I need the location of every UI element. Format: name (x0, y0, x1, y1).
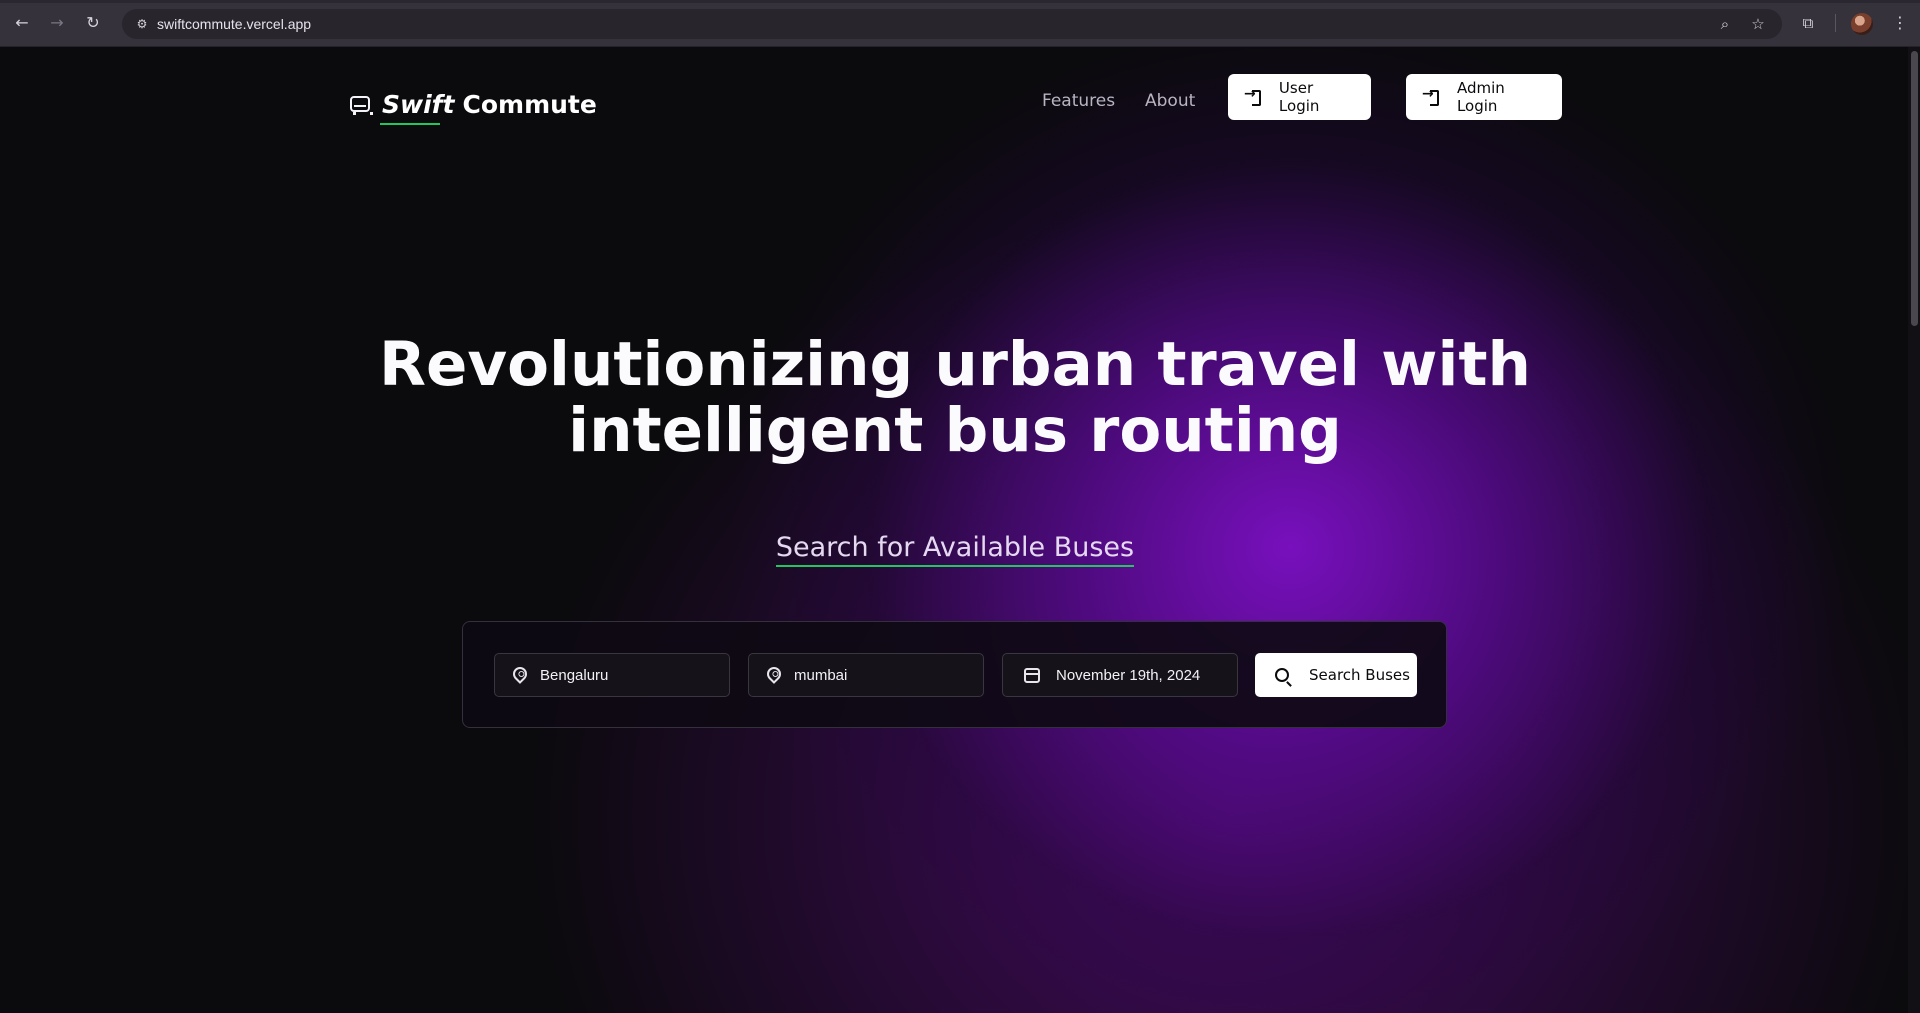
map-pin-icon (510, 664, 530, 684)
travel-date-picker[interactable]: November 19th, 2024 (1002, 653, 1238, 697)
calendar-icon (1024, 667, 1040, 683)
bookmark-star-icon[interactable]: ☆ (1748, 14, 1768, 34)
map-pin-icon (764, 664, 784, 684)
admin-login-label: Admin Login (1456, 79, 1505, 115)
brand-logo[interactable]: Swift Commute (350, 84, 597, 125)
browser-toolbar: ← → ↻ ⚙ swiftcommute.vercel.app ⌕ ☆ ⧉ ⋮ (0, 0, 1920, 47)
search-buses-button[interactable]: Search Buses (1255, 653, 1417, 697)
from-location-value[interactable]: Bengaluru (540, 667, 710, 684)
nav-about-link[interactable]: About (1145, 86, 1195, 116)
page-content: Swift Commute Features About User Login … (0, 47, 1920, 1013)
bus-search-form: Bengaluru mumbai November 19th, 2024 Sea… (462, 621, 1447, 728)
nav-features-link[interactable]: Features (1042, 86, 1115, 116)
search-buses-label: Search Buses (1309, 666, 1410, 684)
login-icon (1244, 86, 1261, 106)
login-icon (1422, 86, 1439, 106)
from-location-field[interactable]: Bengaluru (494, 653, 730, 697)
hero-title-line-1: Revolutionizing urban travel with (379, 329, 1531, 400)
profile-avatar[interactable] (1851, 13, 1873, 35)
search-icon (1275, 668, 1289, 682)
user-login-label: User Login (1278, 79, 1320, 115)
extensions-icon[interactable]: ⧉ (1797, 12, 1819, 34)
back-icon[interactable]: ← (11, 12, 33, 34)
zoom-icon[interactable]: ⌕ (1715, 14, 1735, 34)
bus-icon (350, 96, 373, 115)
to-location-field[interactable]: mumbai (748, 653, 984, 697)
search-subheading-text: Search for Available Buses (775, 532, 1135, 567)
toolbar-divider (1835, 14, 1836, 32)
url-text[interactable]: swiftcommute.vercel.app (157, 16, 311, 32)
admin-login-button[interactable]: Admin Login (1406, 74, 1562, 120)
reload-icon[interactable]: ↻ (82, 12, 104, 34)
brand-commute: Commute (462, 89, 597, 119)
tab-strip (0, 0, 1920, 3)
forward-icon[interactable]: → (46, 12, 68, 34)
browser-menu-icon[interactable]: ⋮ (1892, 12, 1908, 34)
address-bar[interactable]: ⚙ swiftcommute.vercel.app ⌕ ☆ (122, 9, 1782, 39)
scrollbar-thumb[interactable] (1911, 51, 1918, 326)
scrollbar[interactable] (1908, 47, 1920, 1013)
hero-title-line-2: intelligent bus routing (568, 395, 1342, 466)
hero-title: Revolutionizing urban travel with intell… (360, 332, 1550, 464)
travel-date-value[interactable]: November 19th, 2024 (1056, 667, 1226, 684)
site-info-icon[interactable]: ⚙ (132, 14, 152, 34)
brand-swift: Swift (380, 89, 455, 125)
user-login-button[interactable]: User Login (1228, 74, 1371, 120)
search-subheading: Search for Available Buses (0, 532, 1910, 567)
to-location-value[interactable]: mumbai (794, 667, 964, 684)
